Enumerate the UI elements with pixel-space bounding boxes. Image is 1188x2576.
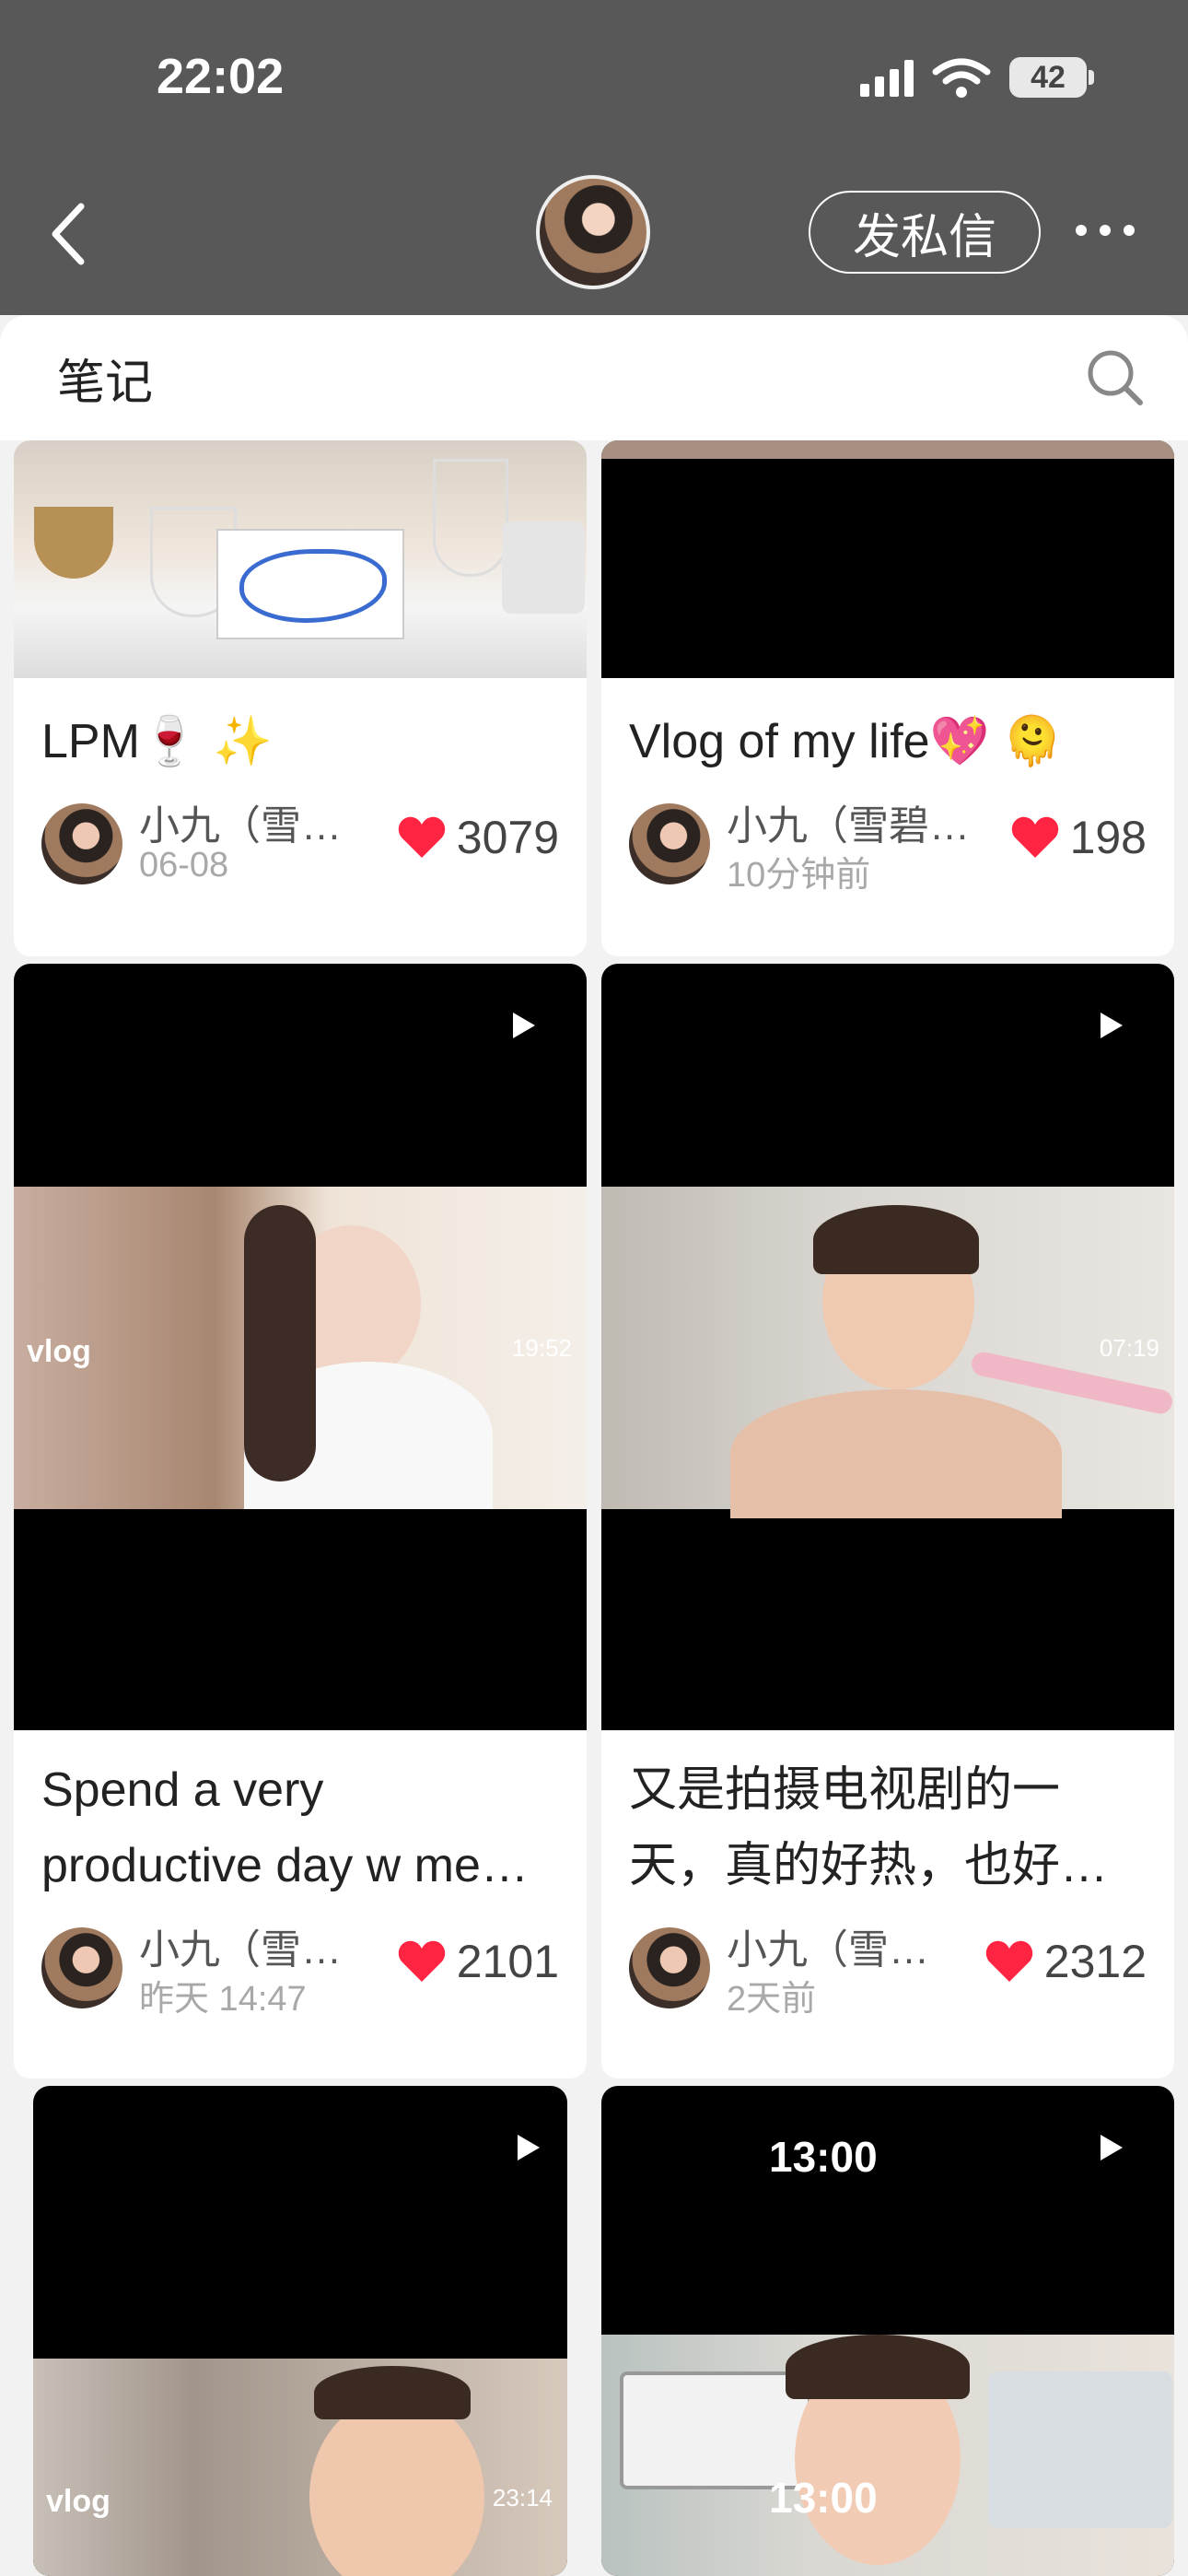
note-card[interactable]: vlog 19:52 Spend a very productive day w… xyxy=(14,964,587,2078)
author-name[interactable]: 小九（雪碧… xyxy=(727,792,970,851)
send-message-button[interactable]: 发私信 xyxy=(809,191,1041,274)
note-title: LPM🍷 ✨ xyxy=(41,715,273,768)
wifi-icon xyxy=(932,58,991,98)
top-bar: 22:02 42 发私信 xyxy=(0,0,1188,315)
post-time: 06-08 xyxy=(139,846,229,884)
like-count: 2101 xyxy=(456,1936,559,1987)
note-cover-video: vlog 19:52 xyxy=(14,964,587,1730)
like-count: 198 xyxy=(1069,812,1147,863)
vlog-label: vlog xyxy=(27,1334,91,1369)
search-icon[interactable] xyxy=(1085,347,1146,408)
note-card[interactable]: LPM🍷 ✨ 小九（雪… 06-08 3079 xyxy=(14,440,587,956)
heart-icon xyxy=(398,1940,445,1982)
post-time: 10分钟前 xyxy=(727,856,871,895)
note-title: 又是拍摄电视剧的一 天，真的好热，也好… xyxy=(629,1763,1109,1892)
back-button[interactable] xyxy=(48,201,88,267)
note-meta: 小九（雪碧… 10分钟前 198 xyxy=(601,787,1174,895)
note-card[interactable]: 07:19 又是拍摄电视剧的一 天，真的好热，也好… 小九（雪… 2天前 231… xyxy=(601,964,1174,2078)
author-avatar[interactable] xyxy=(41,803,122,884)
play-icon xyxy=(513,1013,535,1038)
note-cover-video: 13:00 13:00 xyxy=(601,2086,1174,2576)
author-avatar[interactable] xyxy=(41,1927,122,2008)
author-name[interactable]: 小九（雪… xyxy=(139,792,342,851)
battery-icon: 42 xyxy=(1009,57,1094,98)
like-count: 3079 xyxy=(456,812,559,863)
author-avatar[interactable] xyxy=(629,1927,710,2008)
note-card[interactable]: vlog 23:14 xyxy=(33,2086,567,2576)
note-meta: 小九（雪… 06-08 3079 xyxy=(14,787,587,888)
note-meta: 小九（雪… 2天前 2312 xyxy=(601,1911,1174,2019)
vlog-label: vlog xyxy=(46,2484,111,2519)
status-icons: 42 xyxy=(860,55,1094,100)
profile-avatar[interactable] xyxy=(536,175,650,289)
play-icon xyxy=(518,2135,540,2160)
more-options-button[interactable] xyxy=(1076,225,1135,236)
sheet-title: 笔记 xyxy=(57,356,154,410)
note-title: Vlog of my life💖 🫠 xyxy=(629,715,1063,768)
note-card[interactable]: Vlog of my life💖 🫠 小九（雪碧… 10分钟前 198 xyxy=(601,440,1174,956)
note-card[interactable]: 13:00 13:00 xyxy=(601,2086,1174,2576)
signal-icon xyxy=(860,58,914,97)
author-name[interactable]: 小九（雪… xyxy=(139,1916,342,1975)
author-name[interactable]: 小九（雪… xyxy=(727,1916,929,1975)
note-title: Spend a very productive day w me… xyxy=(41,1763,529,1892)
note-cover-video: vlog 23:14 xyxy=(33,2086,567,2576)
note-cover-video: 07:19 xyxy=(601,964,1174,1730)
video-duration: 19:52 xyxy=(511,1334,572,1362)
heart-icon xyxy=(398,816,445,858)
heart-icon xyxy=(985,1940,1032,1982)
like-button[interactable]: 198 xyxy=(1011,811,1147,864)
note-cover-image xyxy=(14,440,587,678)
note-cover-image xyxy=(601,440,1174,678)
like-button[interactable]: 3079 xyxy=(398,811,559,864)
like-count: 2312 xyxy=(1043,1936,1147,1987)
sheet-header: 笔记 xyxy=(0,315,1188,440)
status-time: 22:02 xyxy=(157,49,285,104)
video-duration: 23:14 xyxy=(492,2484,553,2512)
play-icon xyxy=(1101,1013,1123,1038)
video-duration: 07:19 xyxy=(1099,1334,1159,1362)
overlay-time: 13:00 xyxy=(769,2133,878,2181)
post-time: 昨天 14:47 xyxy=(139,1980,307,2019)
heart-icon xyxy=(1011,816,1058,858)
like-button[interactable]: 2312 xyxy=(985,1935,1147,1988)
overlay-time: 13:00 xyxy=(769,2474,878,2522)
play-icon xyxy=(1101,2135,1123,2160)
author-avatar[interactable] xyxy=(629,803,710,884)
note-meta: 小九（雪… 昨天 14:47 2101 xyxy=(14,1911,587,2019)
post-time: 2天前 xyxy=(727,1980,817,2019)
like-button[interactable]: 2101 xyxy=(398,1935,559,1988)
